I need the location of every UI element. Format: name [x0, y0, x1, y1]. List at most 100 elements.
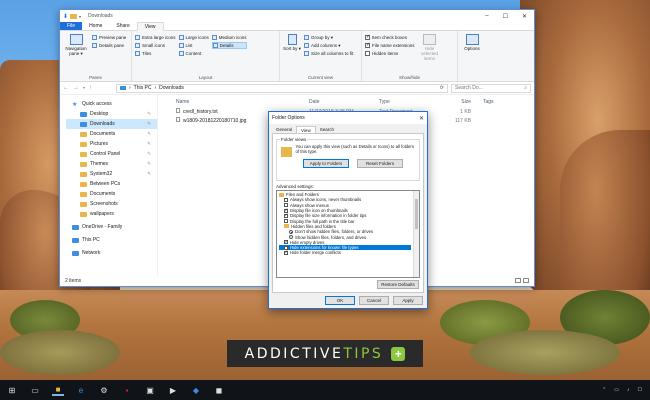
- nav-item[interactable]: System32 ✎: [66, 169, 157, 179]
- checkbox[interactable]: [284, 219, 288, 224]
- radio-button[interactable]: [289, 229, 293, 234]
- nav-item[interactable]: Documents ✎: [66, 129, 157, 139]
- file-name-extensions-toggle[interactable]: File name extensions: [365, 42, 415, 49]
- hidden-items-checkbox[interactable]: [365, 51, 370, 56]
- item-check-boxes-checkbox[interactable]: [365, 34, 370, 40]
- app-icon[interactable]: ▪: [121, 384, 133, 396]
- app-icon[interactable]: ◼: [213, 384, 225, 396]
- nav-item[interactable]: Desktop ✎: [66, 109, 157, 119]
- pin-icon[interactable]: ✎: [147, 141, 151, 147]
- tab-share[interactable]: Share: [109, 22, 136, 30]
- restore-defaults-button[interactable]: Restore Defaults: [377, 280, 419, 289]
- pin-icon[interactable]: ✎: [147, 131, 151, 137]
- navigation-pane-button[interactable]: Navigation pane ▾: [63, 34, 89, 81]
- pin-icon[interactable]: ✎: [147, 171, 151, 177]
- apply-button[interactable]: Apply: [393, 296, 423, 305]
- nav-item[interactable]: Pictures ✎: [66, 139, 157, 149]
- customize-chevron-icon[interactable]: ▾: [79, 14, 81, 19]
- nav-item[interactable]: Control Panel ✎: [66, 149, 157, 159]
- start-icon[interactable]: ⊞: [6, 384, 18, 396]
- volume-icon[interactable]: ♪: [627, 387, 630, 393]
- nav-item[interactable]: Downloads ✎: [66, 119, 157, 129]
- preview-pane-button[interactable]: Preview pane: [92, 34, 126, 41]
- terminal-icon[interactable]: ▣: [144, 384, 156, 396]
- layout-list[interactable]: List: [178, 42, 209, 49]
- tab-view[interactable]: View: [136, 22, 164, 31]
- address-bar[interactable]: › This PC › Downloads ⟳: [116, 83, 448, 93]
- nav-item[interactable]: Between PCs: [66, 179, 157, 189]
- layout-tiles[interactable]: Tiles: [135, 50, 176, 57]
- tab-file[interactable]: File: [60, 22, 83, 30]
- sort-by-button[interactable]: Sort by ▾: [283, 34, 301, 81]
- dialog-tab-search[interactable]: Search: [316, 126, 338, 133]
- column-date[interactable]: Date: [309, 99, 379, 105]
- pin-icon[interactable]: ✎: [147, 161, 151, 167]
- dialog-tab-general[interactable]: General: [272, 126, 296, 133]
- nav-item[interactable]: Screenshots: [66, 199, 157, 209]
- column-size[interactable]: Size: [431, 99, 471, 105]
- layout-large-icons[interactable]: Large icons: [178, 34, 209, 41]
- advanced-setting-item[interactable]: Hide folder merge conflicts: [279, 249, 411, 255]
- apply-to-folders-button[interactable]: Apply to Folders: [303, 159, 349, 168]
- cancel-button[interactable]: Cancel: [359, 296, 389, 305]
- nav-item[interactable]: Themes ✎: [66, 159, 157, 169]
- hide-selected-button[interactable]: Hide selected items: [418, 34, 442, 81]
- column-tags[interactable]: Tags: [471, 99, 511, 105]
- nav-item[interactable]: OneDrive - Family: [66, 222, 157, 232]
- app-icon[interactable]: ◆: [190, 384, 202, 396]
- down-arrow-icon[interactable]: ⬇: [63, 13, 68, 20]
- nav-item[interactable]: ★ Quick access: [66, 99, 157, 109]
- tab-home[interactable]: Home: [82, 22, 109, 30]
- pin-icon[interactable]: ✎: [147, 121, 151, 127]
- column-type[interactable]: Type: [379, 99, 431, 105]
- settings-gear-icon[interactable]: ⚙: [98, 384, 110, 396]
- forward-arrow-icon[interactable]: →: [73, 85, 79, 91]
- layout-medium-icons[interactable]: Medium icons: [211, 34, 247, 41]
- details-pane-button[interactable]: Details pane: [92, 42, 126, 49]
- checkbox[interactable]: [284, 239, 288, 245]
- column-name[interactable]: Name: [164, 99, 309, 105]
- size-columns-button[interactable]: Size all columns to fit: [304, 50, 353, 57]
- breadcrumb-this-pc[interactable]: This PC: [134, 85, 152, 91]
- dialog-close-icon[interactable]: ✕: [419, 115, 424, 122]
- group-by-button[interactable]: Group by ▾: [304, 34, 353, 41]
- reset-folders-button[interactable]: Reset Folders: [357, 159, 403, 168]
- edge-icon[interactable]: e: [75, 384, 87, 396]
- nav-item[interactable]: Network: [66, 248, 157, 258]
- task-view-icon[interactable]: ▭: [29, 384, 41, 396]
- checkbox[interactable]: [284, 197, 288, 202]
- notifications-icon[interactable]: ☐: [638, 387, 642, 393]
- details-view-icon[interactable]: [515, 278, 521, 283]
- back-arrow-icon[interactable]: ←: [63, 85, 69, 91]
- large-icons-view-icon[interactable]: [523, 278, 529, 283]
- breadcrumb-downloads[interactable]: Downloads: [159, 85, 184, 91]
- radio-button[interactable]: [289, 235, 293, 240]
- close-icon[interactable]: ✕: [522, 13, 527, 20]
- network-icon[interactable]: ▭: [614, 387, 619, 393]
- up-arrow-icon[interactable]: ↑: [89, 85, 92, 91]
- maximize-icon[interactable]: ☐: [503, 13, 508, 20]
- refresh-icon[interactable]: ⟳: [440, 85, 444, 91]
- checkbox[interactable]: [284, 249, 288, 255]
- nav-item[interactable]: This PC: [66, 235, 157, 245]
- hidden-items-toggle[interactable]: Hidden items: [365, 50, 415, 57]
- scrollbar-thumb[interactable]: [415, 199, 418, 229]
- search-input[interactable]: Search Do... ⌕: [451, 83, 531, 93]
- file-name-extensions-checkbox[interactable]: [365, 42, 370, 48]
- pin-icon[interactable]: ✎: [147, 111, 151, 117]
- item-check-boxes-toggle[interactable]: Item check boxes: [365, 34, 415, 41]
- chevron-up-icon[interactable]: ⌃: [602, 387, 606, 393]
- recent-chevron-icon[interactable]: ▾: [83, 85, 85, 91]
- add-columns-button[interactable]: Add columns ▾: [304, 42, 353, 49]
- nav-item[interactable]: Documents: [66, 189, 157, 199]
- nav-item[interactable]: wallpapers: [66, 209, 157, 219]
- checkbox[interactable]: [284, 212, 288, 218]
- dialog-tab-view[interactable]: View: [296, 126, 316, 133]
- pin-icon[interactable]: ✎: [147, 151, 151, 157]
- minimize-icon[interactable]: –: [485, 13, 488, 20]
- media-icon[interactable]: ▶: [167, 384, 179, 396]
- layout-small-icons[interactable]: Small icons: [135, 42, 176, 49]
- layout-extra-large-icons[interactable]: Extra large icons: [135, 34, 176, 41]
- options-button[interactable]: Options: [461, 34, 483, 81]
- layout-details[interactable]: Details: [211, 42, 247, 49]
